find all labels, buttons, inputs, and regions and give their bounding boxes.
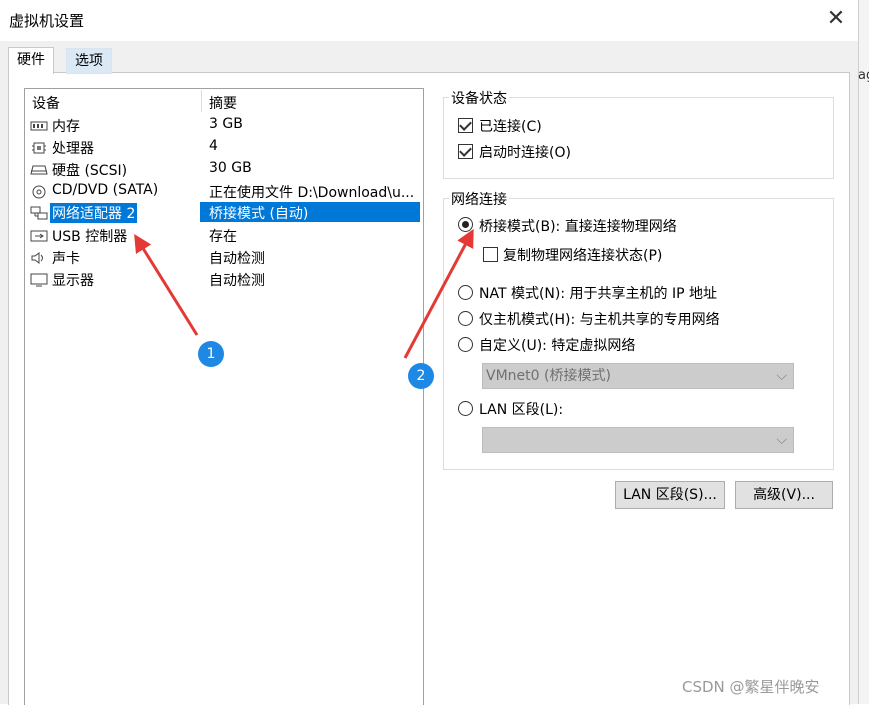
- annotation-arrow-1: [134, 233, 199, 336]
- annotation-arrows: [134, 228, 474, 359]
- watermark: CSDN @繁星伴晚安: [682, 678, 820, 696]
- annotation-arrow-2: [403, 228, 474, 359]
- annotation-badge-2: 2: [408, 363, 434, 389]
- annotation-badge-1: 1: [198, 341, 224, 367]
